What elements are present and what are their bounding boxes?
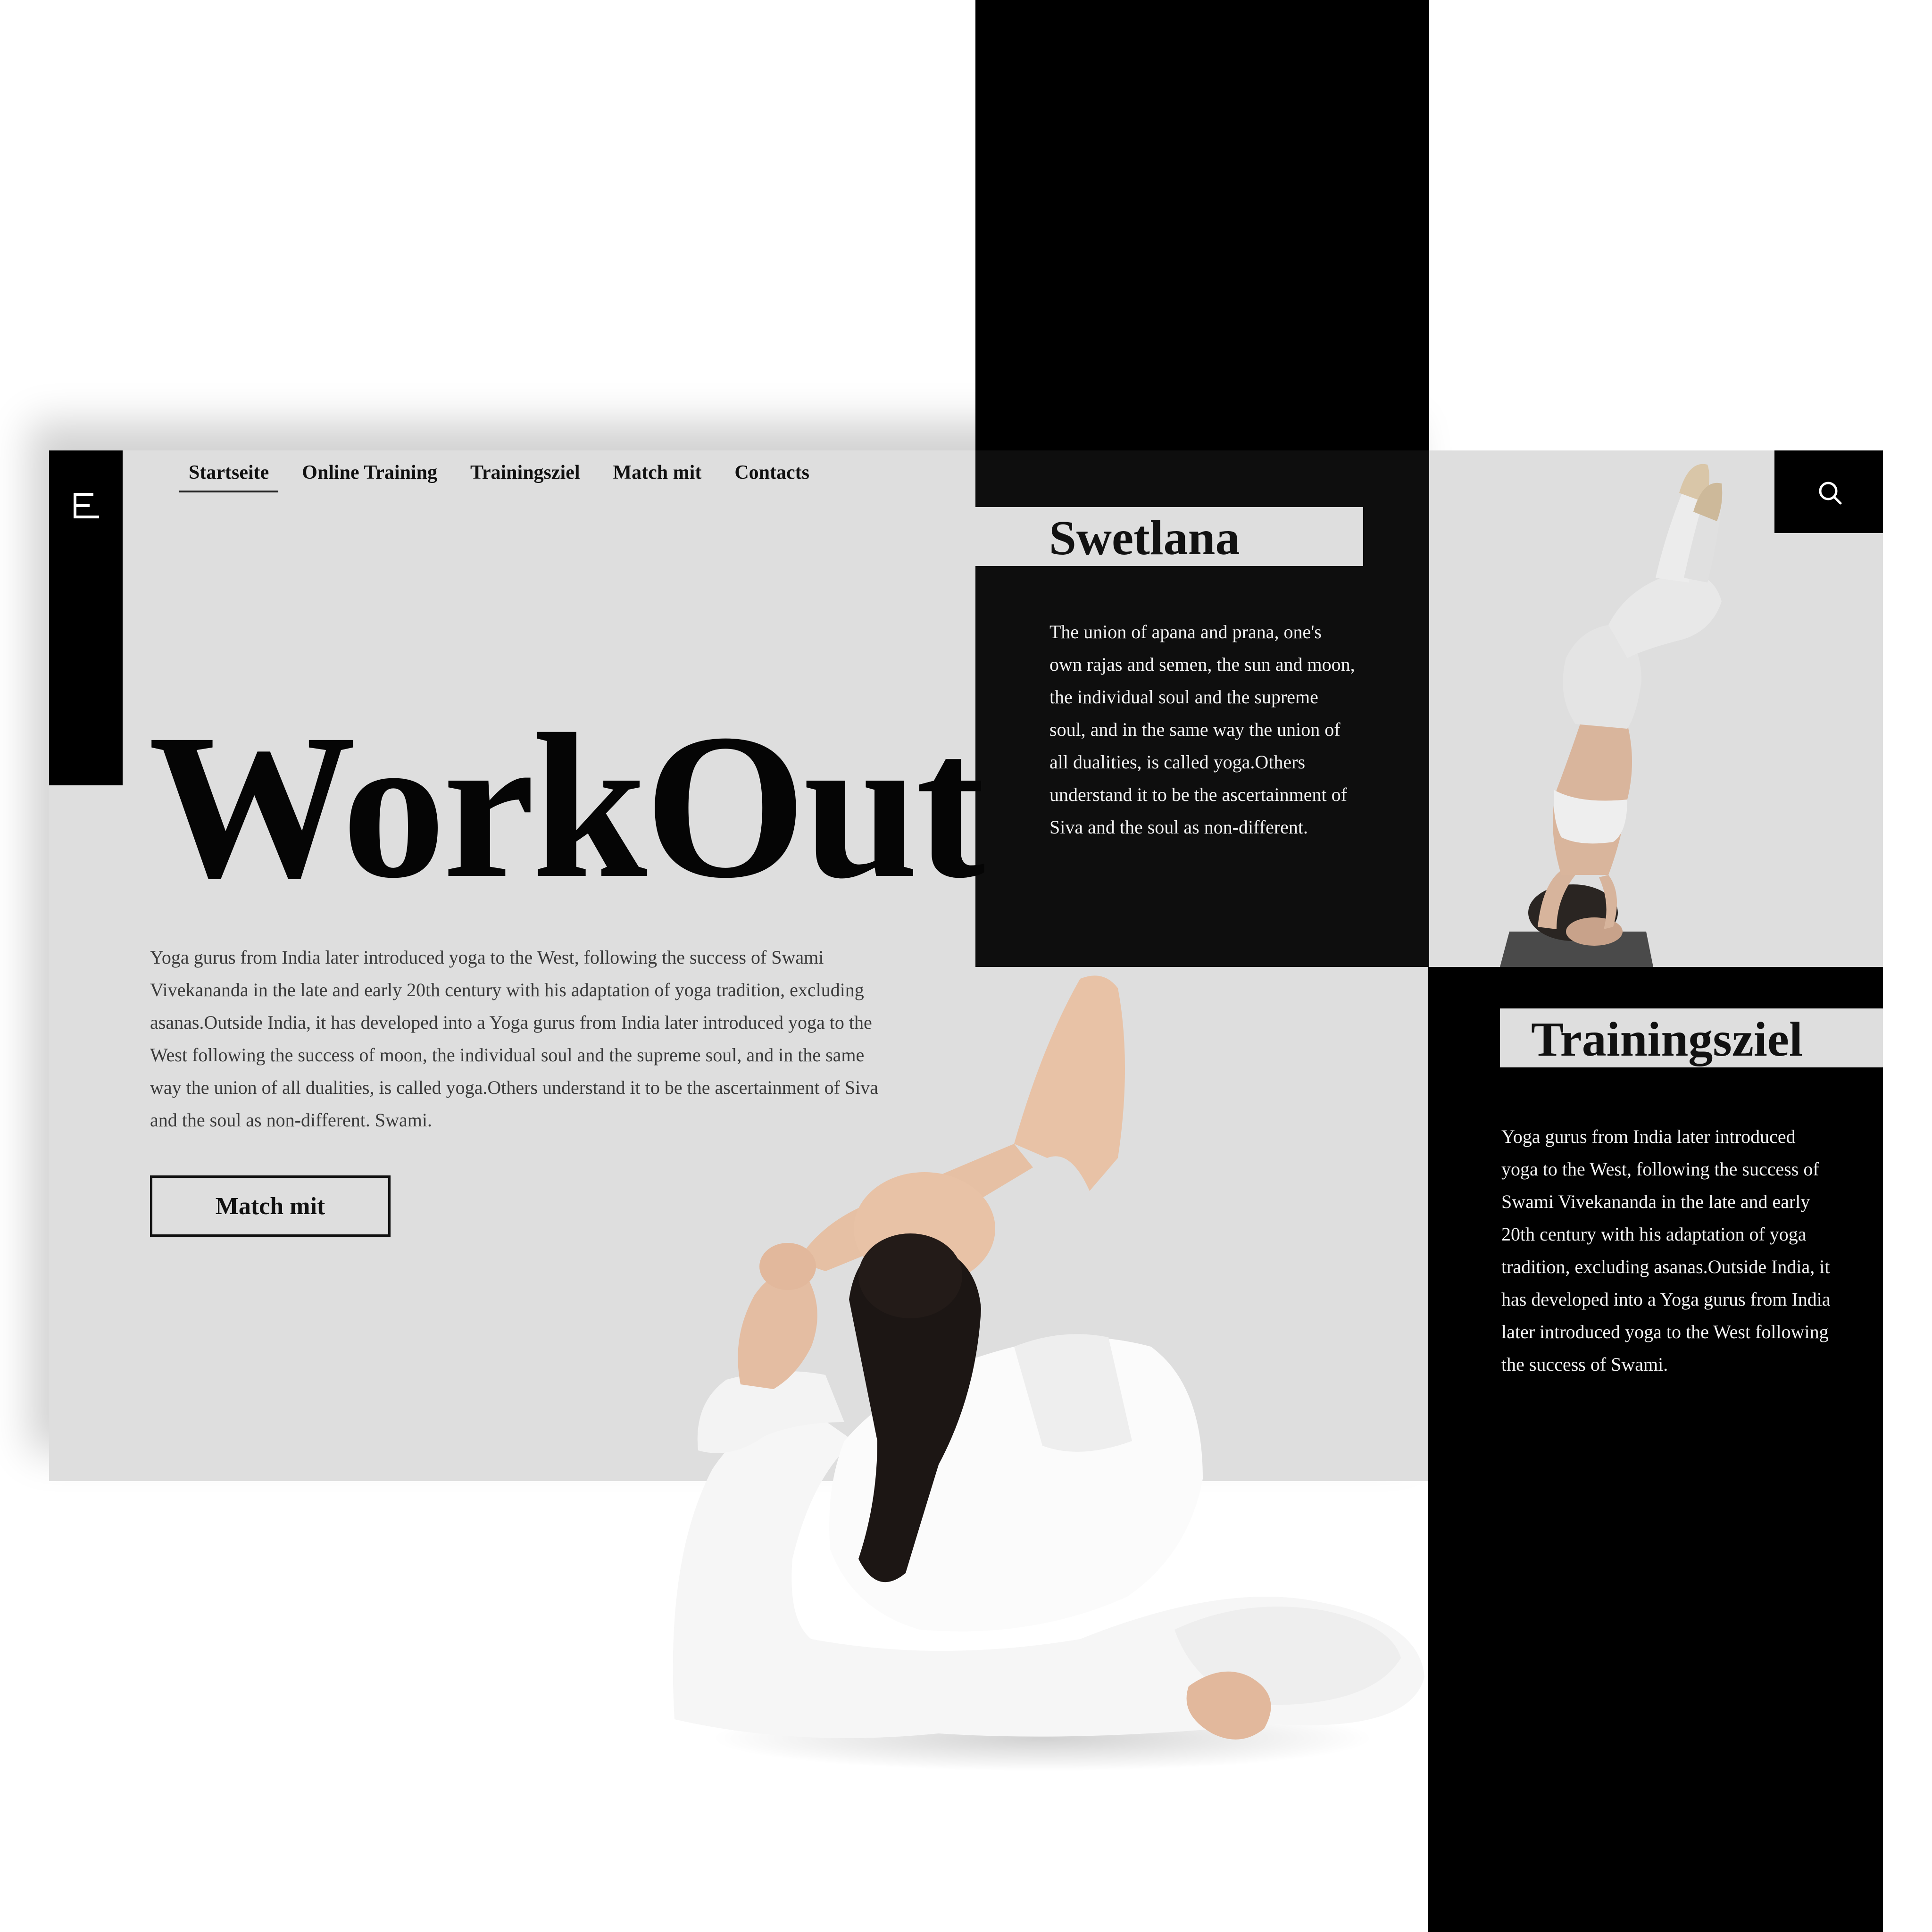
- nav-item-trainingsziel[interactable]: Trainingsziel: [461, 461, 590, 492]
- nav-item-contacts[interactable]: Contacts: [725, 461, 819, 492]
- search-icon: [1819, 482, 1842, 505]
- trainingsziel-title: Trainingsziel: [1531, 1012, 1803, 1066]
- backbend-yoga-image: [673, 975, 1424, 1771]
- nav-item-online-training[interactable]: Online Training: [292, 461, 447, 492]
- hero-title: WorkOut: [149, 691, 985, 921]
- trainingsziel-description: Yoga gurus from India later introduced y…: [1501, 1126, 1831, 1375]
- swetlana-title-tag: Swetlana: [975, 507, 1363, 566]
- nav-item-startseite[interactable]: Startseite: [179, 461, 279, 492]
- trainingsziel-card-background: [1428, 967, 1883, 1932]
- search-button[interactable]: [1774, 450, 1883, 533]
- menu-icon[interactable]: [74, 493, 99, 521]
- trainingsziel-title-tag: Trainingsziel: [1500, 1008, 1883, 1067]
- swetlana-description: The union of apana and prana, one's own …: [1049, 621, 1355, 838]
- sidebar: [49, 450, 123, 785]
- main-nav: Startseite Online Training Trainingsziel…: [179, 461, 833, 492]
- swetlana-title: Swetlana: [1049, 511, 1240, 565]
- nav-item-match-mit[interactable]: Match mit: [604, 461, 711, 492]
- match-mit-button[interactable]: Match mit: [150, 1175, 391, 1237]
- headstand-yoga-image: [1500, 464, 1723, 967]
